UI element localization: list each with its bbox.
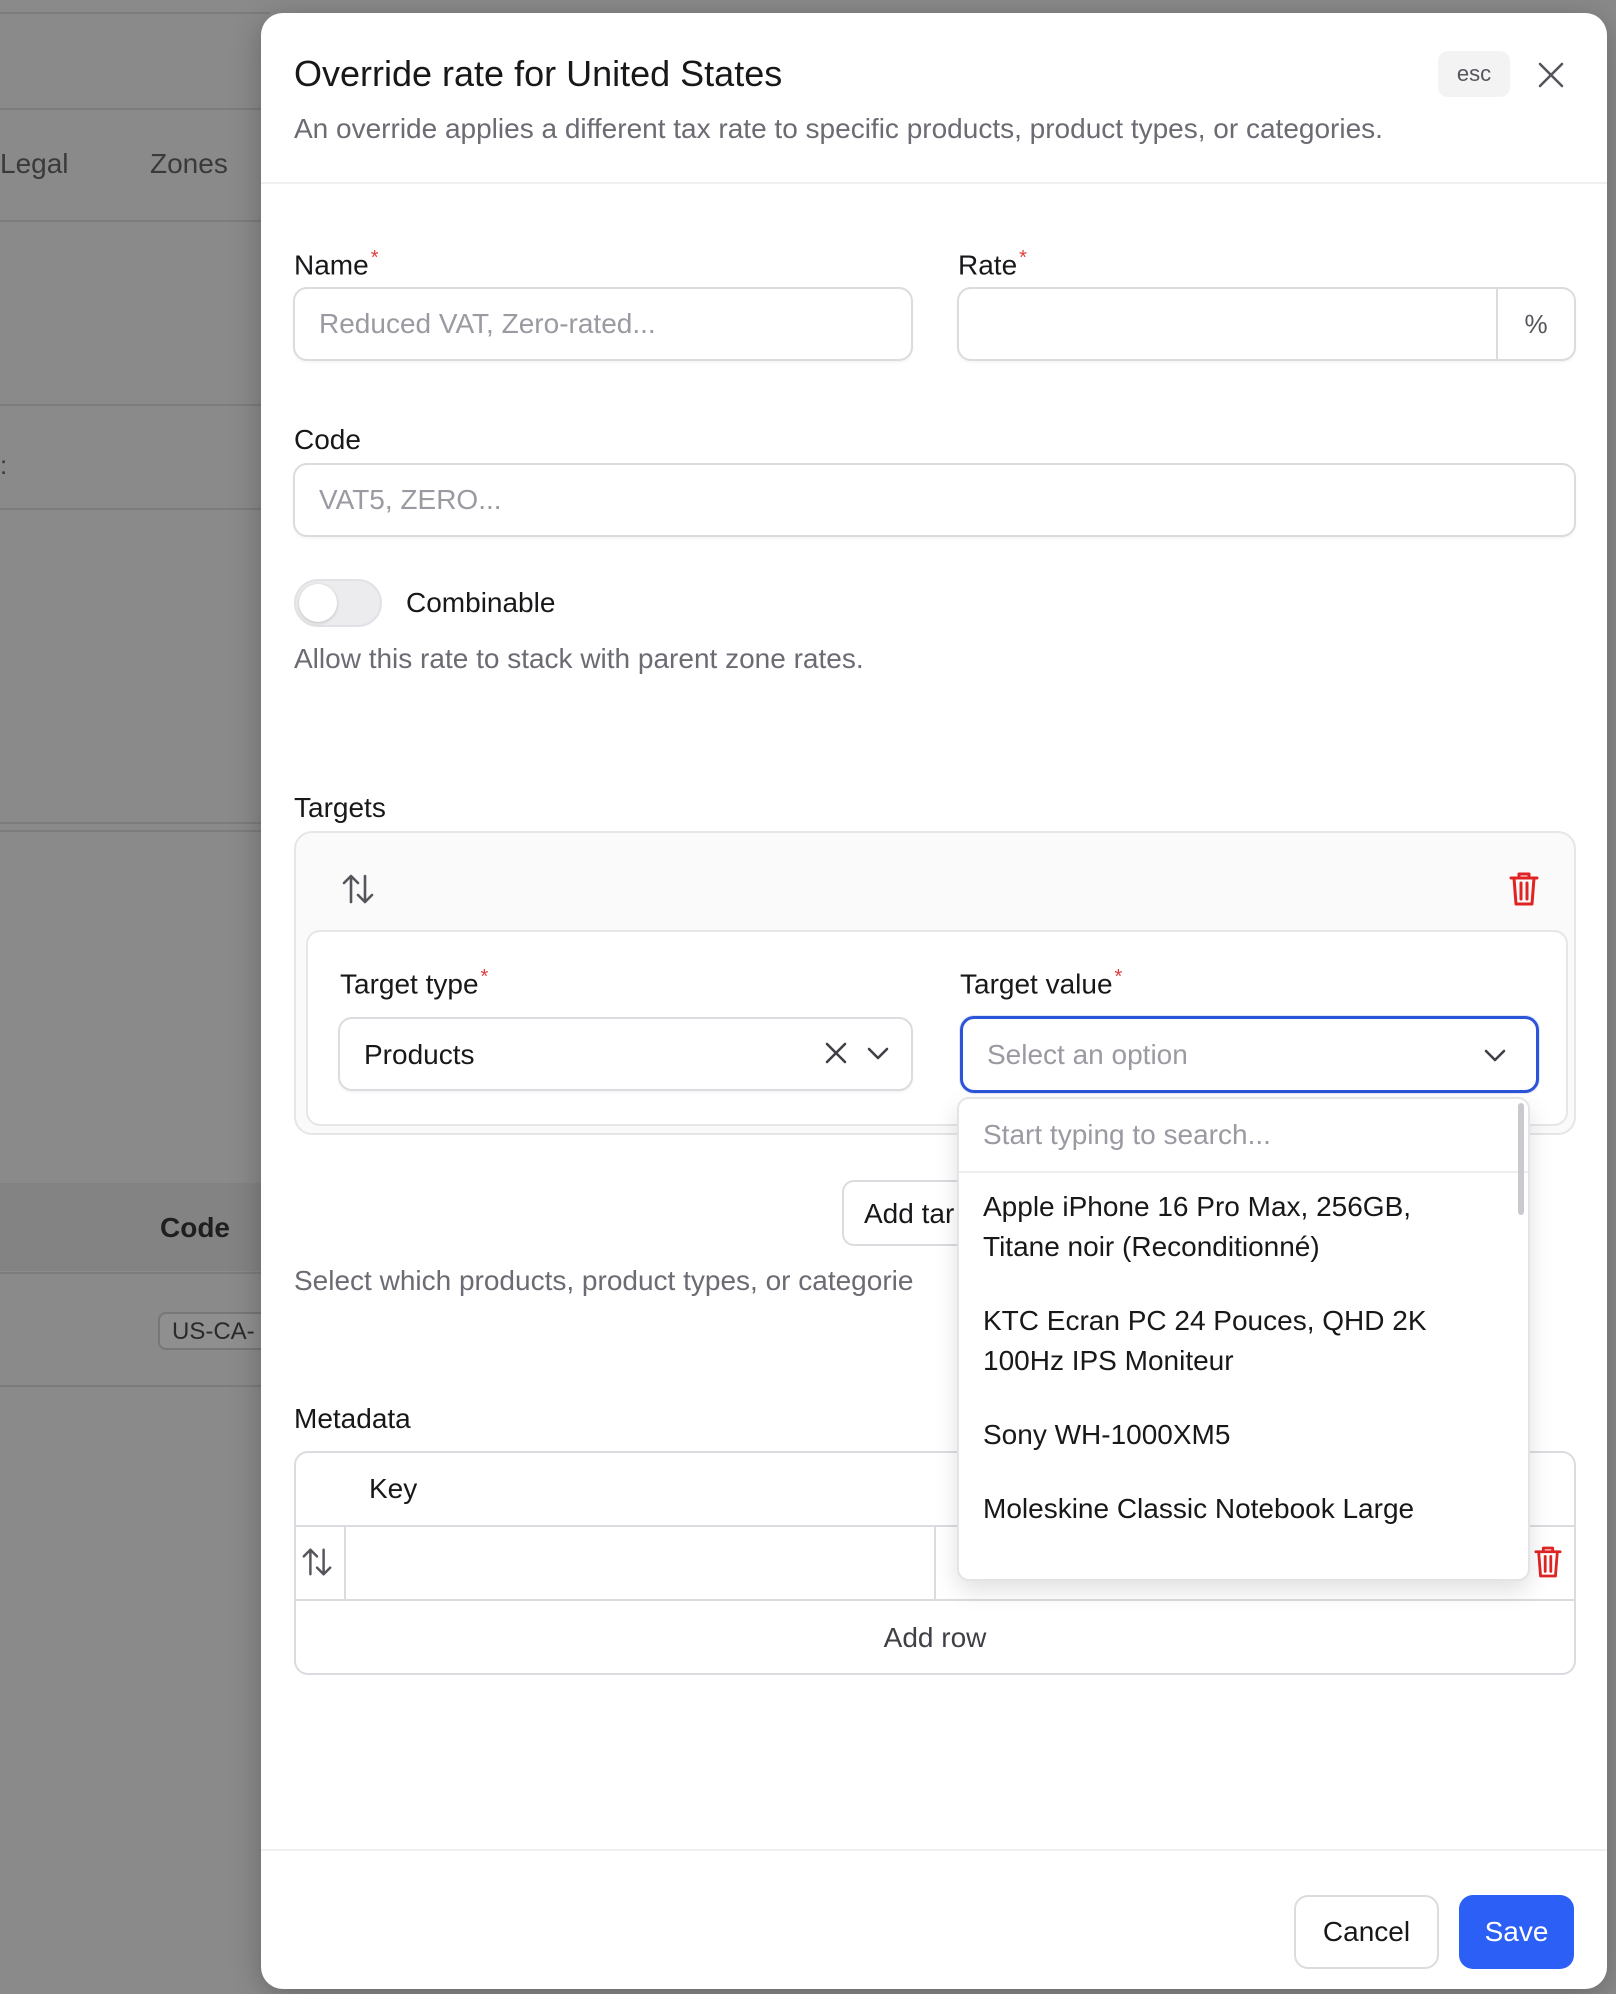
target-type-select[interactable]: Products [338, 1017, 913, 1091]
dropdown-search-input[interactable] [959, 1099, 1528, 1171]
target-value-placeholder: Select an option [987, 1039, 1188, 1070]
tab-zones[interactable]: Zones [150, 148, 228, 180]
dropdown-option[interactable]: KTC Ecran PC 24 Pouces, QHD 2K 100Hz IPS… [959, 1291, 1528, 1391]
delete-row-button[interactable] [1534, 1545, 1562, 1584]
code-field-wrapper [293, 463, 1576, 537]
divider [0, 220, 270, 222]
divider [0, 108, 270, 110]
rate-label: Rate * [958, 247, 1027, 281]
clear-selection-button[interactable] [824, 1041, 848, 1070]
cancel-button[interactable]: Cancel [1294, 1895, 1439, 1969]
rate-field-wrapper: % [957, 287, 1576, 361]
name-field[interactable] [295, 289, 911, 359]
code-chip: US-CA- [158, 1312, 268, 1350]
metadata-label: Metadata [294, 1403, 411, 1434]
trash-icon [1534, 1546, 1562, 1578]
divider [0, 508, 270, 510]
clear-icon [825, 1042, 847, 1064]
rate-field[interactable] [959, 289, 1489, 359]
modal-title: Override rate for United States [294, 53, 783, 94]
code-field[interactable] [295, 465, 1574, 535]
target-type-label: Target type * [340, 966, 489, 1000]
save-button[interactable]: Save [1459, 1895, 1574, 1969]
delete-target-button[interactable] [1504, 869, 1544, 909]
divider [0, 12, 270, 14]
divider [0, 1272, 270, 1274]
modal-header: Override rate for United States An overr… [261, 13, 1607, 184]
sort-arrows-icon [302, 1548, 332, 1576]
targets-label: Targets [294, 792, 386, 823]
target-type-toggle[interactable] [866, 1043, 890, 1068]
dropdown-search-wrapper [959, 1099, 1528, 1173]
divider [0, 404, 270, 406]
reorder-handle[interactable] [338, 869, 378, 909]
add-row-button[interactable]: Add row [296, 1601, 1574, 1673]
target-type-value: Products [364, 1039, 475, 1070]
modal-description: An override applies a different tax rate… [294, 113, 1383, 144]
row-reorder-handle[interactable] [300, 1545, 334, 1584]
percent-suffix: % [1496, 289, 1574, 359]
name-label: Name * [294, 247, 379, 281]
close-icon [1538, 62, 1564, 88]
target-value-toggle[interactable] [1483, 1045, 1507, 1070]
divider [0, 1385, 270, 1387]
divider [0, 822, 270, 824]
dropdown-option[interactable]: Apple iPhone 16 Pro Max, 256GB, Titane n… [959, 1177, 1528, 1277]
close-button[interactable] [1531, 55, 1571, 95]
chevron-down-icon [867, 1047, 889, 1060]
combinable-help: Allow this rate to stack with parent zon… [294, 643, 864, 674]
name-field-wrapper [293, 287, 913, 361]
trash-icon [1509, 872, 1539, 906]
target-value-select[interactable]: Select an option [960, 1016, 1539, 1093]
truncated-text: : [0, 450, 8, 480]
sort-arrows-icon [342, 874, 374, 904]
target-value-label: Target value * [960, 966, 1123, 1000]
target-item: Target type * Products Target value * Sele… [294, 831, 1576, 1135]
code-column-header: Code [160, 1212, 230, 1243]
divider [0, 830, 270, 832]
combinable-label: Combinable [406, 587, 556, 618]
esc-badge: esc [1438, 51, 1510, 97]
metadata-key-input[interactable] [344, 1527, 934, 1599]
override-rate-modal: Override rate for United States An overr… [261, 13, 1607, 1989]
toggle-knob [299, 584, 337, 622]
key-column-header: Key [369, 1473, 418, 1504]
targets-help: Select which products, product types, or… [294, 1265, 914, 1296]
dropdown-option[interactable]: Sony WH-1000XM5 [959, 1405, 1528, 1465]
tab-legal[interactable]: Legal [0, 148, 69, 180]
dropdown-options: Apple iPhone 16 Pro Max, 256GB, Titane n… [959, 1177, 1528, 1553]
code-label: Code [294, 424, 361, 455]
dropdown-option[interactable]: Moleskine Classic Notebook Large [959, 1479, 1528, 1539]
combinable-toggle[interactable] [294, 579, 382, 627]
dropdown-scrollbar[interactable] [1518, 1103, 1524, 1215]
target-value-dropdown: Apple iPhone 16 Pro Max, 256GB, Titane n… [957, 1097, 1530, 1581]
chevron-down-icon [1484, 1049, 1506, 1062]
